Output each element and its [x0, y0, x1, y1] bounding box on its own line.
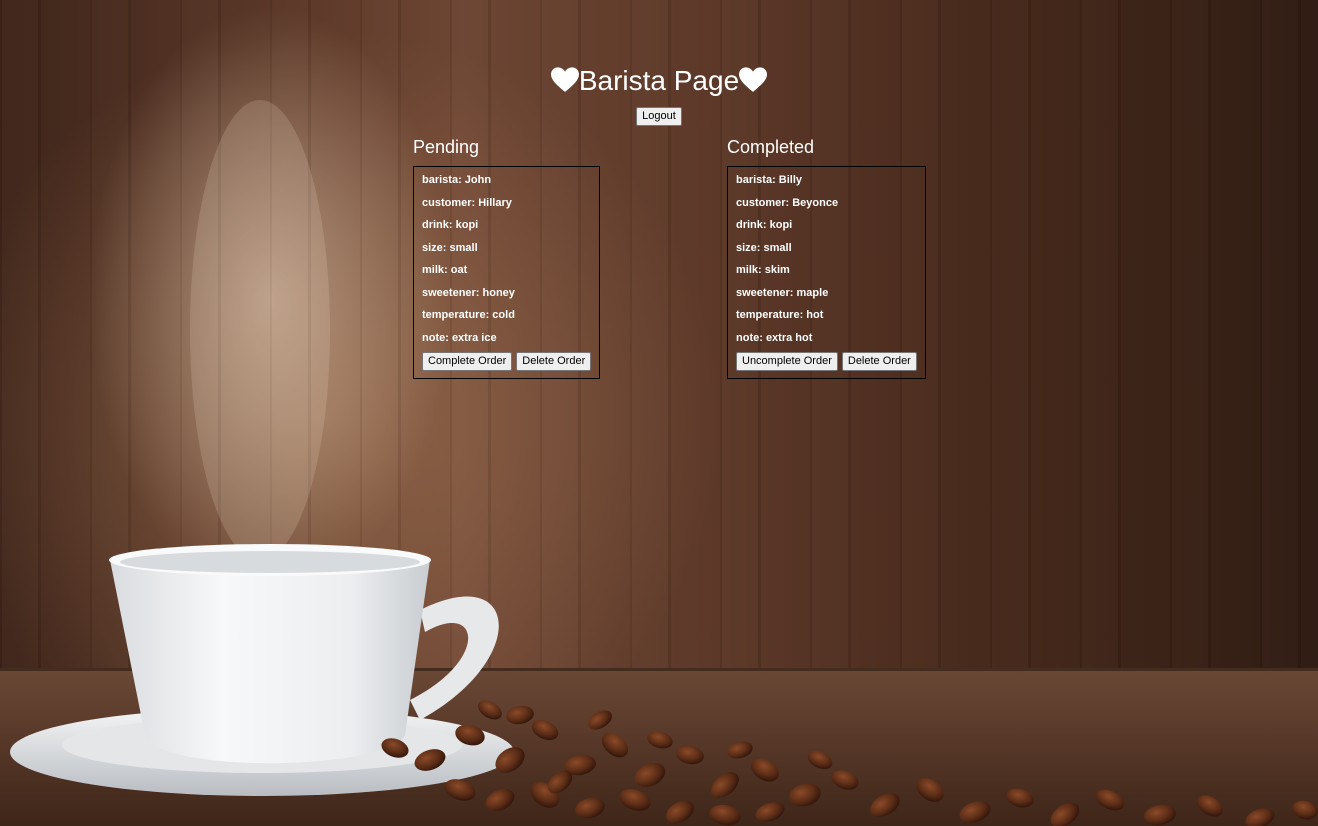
- logout-container: Logout: [0, 106, 1318, 126]
- order-customer: customer: Beyonce: [736, 196, 839, 209]
- completed-order-actions: Uncomplete Order Delete Order: [736, 352, 917, 371]
- complete-order-button[interactable]: Complete Order: [422, 352, 513, 371]
- order-size: size: small: [736, 241, 792, 254]
- uncomplete-order-button[interactable]: Uncomplete Order: [736, 352, 838, 371]
- order-barista: barista: John: [422, 174, 492, 186]
- order-drink: drink: kopi: [736, 219, 793, 231]
- completed-order-card: barista: Billy customer: Beyonce drink: …: [727, 166, 926, 379]
- order-temperature: temperature: cold: [422, 309, 515, 321]
- pending-order-actions: Complete Order Delete Order: [422, 352, 592, 371]
- order-barista: barista: Billy: [736, 174, 803, 186]
- pending-order-card: barista: John customer: Hillary drink: k…: [413, 166, 601, 379]
- order-sweetener: sweetener: maple: [736, 286, 829, 299]
- pending-heading: Pending: [413, 137, 480, 157]
- page-header: Barista Page Logout: [0, 62, 1318, 126]
- order-drink: drink: kopi: [422, 219, 479, 231]
- completed-section: Completed barista: Billy customer: Beyon…: [727, 136, 926, 379]
- pending-section: Pending barista: John customer: Hillary …: [413, 136, 601, 379]
- order-sweetener: sweetener: honey: [422, 286, 515, 299]
- order-note: note: extra hot: [736, 331, 813, 344]
- heart-icon: [550, 67, 579, 92]
- page-title-text: Barista Page: [578, 65, 740, 96]
- order-customer: customer: Hillary: [422, 196, 512, 209]
- heart-icon: [739, 67, 768, 92]
- delete-order-button[interactable]: Delete Order: [516, 352, 592, 371]
- order-milk: milk: skim: [736, 264, 790, 276]
- order-size: size: small: [422, 241, 478, 254]
- background-table: [0, 668, 1318, 826]
- delete-order-button[interactable]: Delete Order: [841, 352, 917, 371]
- completed-heading: Completed: [727, 137, 815, 157]
- logout-button[interactable]: Logout: [636, 107, 682, 126]
- page-title: Barista Page: [0, 62, 1318, 100]
- order-milk: milk: oat: [422, 264, 468, 276]
- order-note: note: extra ice: [422, 331, 497, 344]
- order-temperature: temperature: hot: [736, 309, 824, 321]
